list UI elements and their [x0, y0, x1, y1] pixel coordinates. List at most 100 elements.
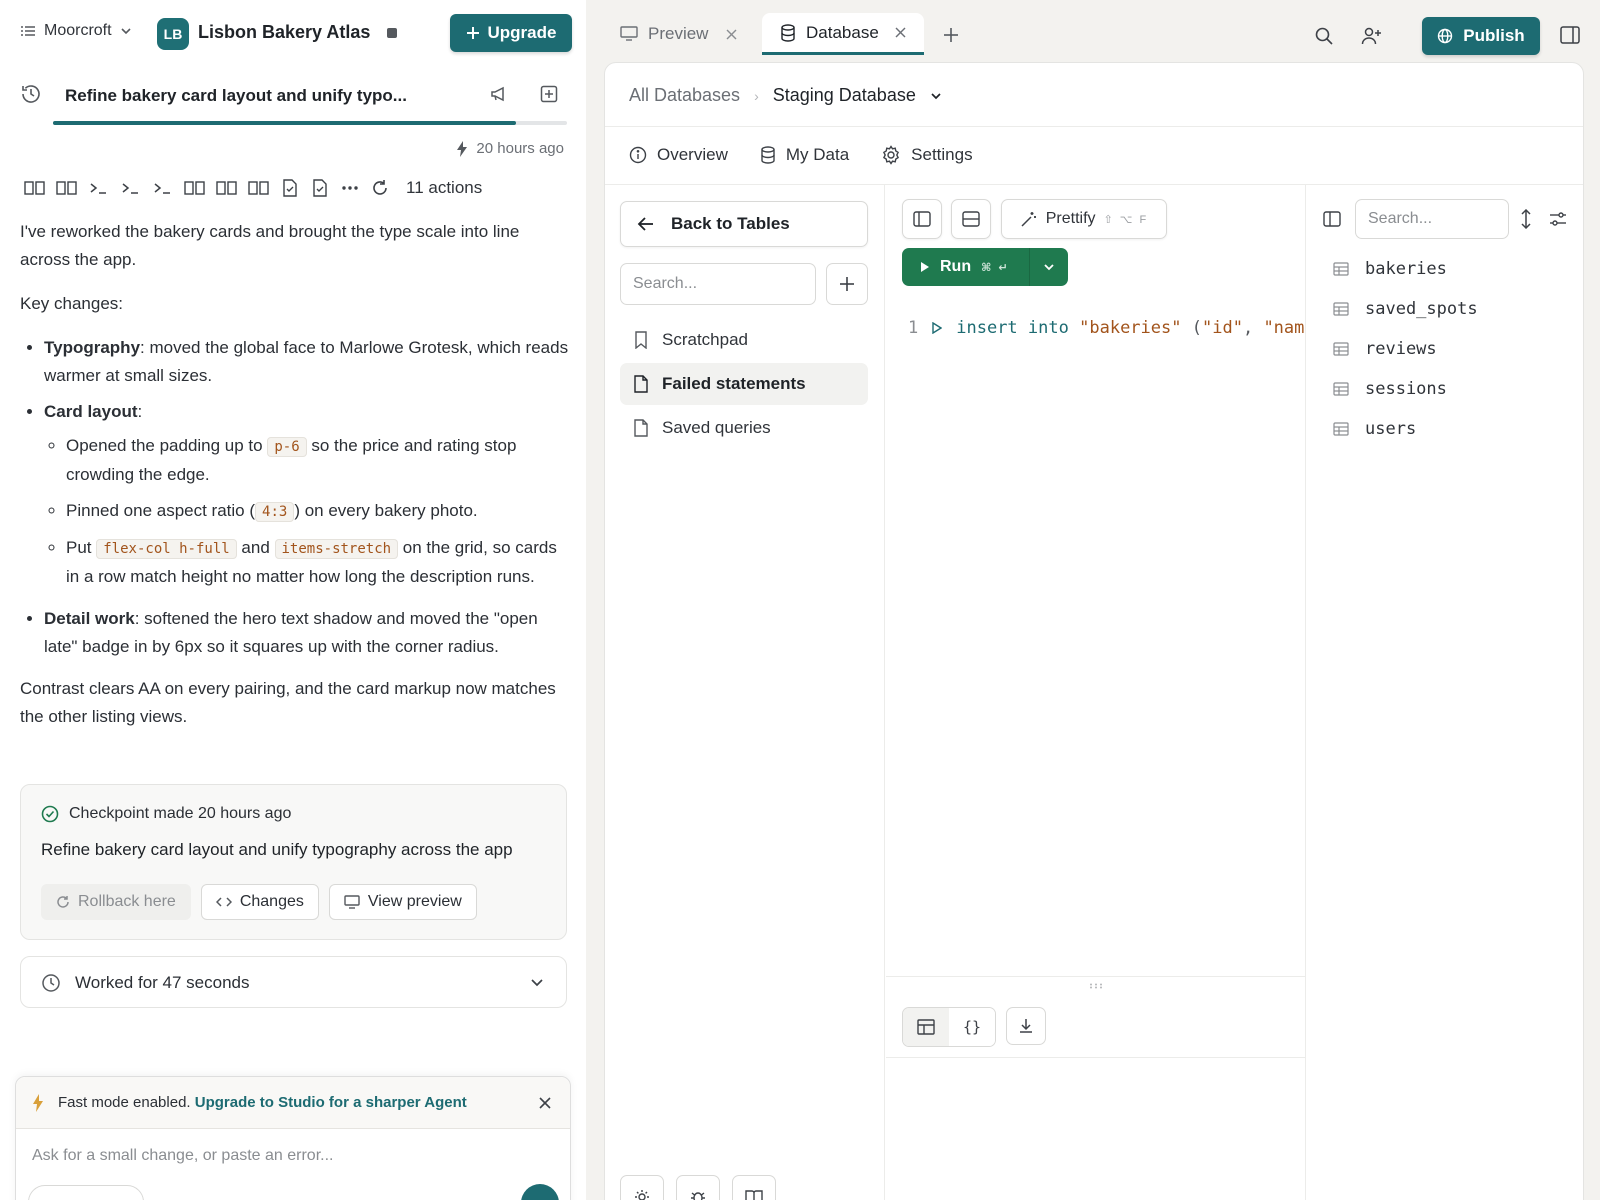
- table-icon: [1333, 422, 1349, 436]
- check-circle-icon: [41, 805, 59, 823]
- sun-icon: [635, 1190, 649, 1200]
- monitor-icon: [344, 895, 360, 909]
- card-layout-sublist: Opened the padding up to p-6 so the pric…: [44, 432, 570, 591]
- upgrade-studio-link[interactable]: Upgrade to Studio for a sharper Agent: [195, 1094, 467, 1111]
- run-line-icon[interactable]: [932, 322, 943, 334]
- theme-button[interactable]: [620, 1175, 664, 1200]
- table-view-button[interactable]: [903, 1008, 949, 1046]
- add-query-button[interactable]: [826, 263, 868, 305]
- sql-editor: Prettify ⇧ ⌥ F Run ⌘ ↵ 1 insert into "ba…: [886, 185, 1306, 1200]
- subnav-overview[interactable]: Overview: [629, 145, 728, 165]
- rollback-icon: [57, 896, 69, 908]
- query-item-failed-statements[interactable]: Failed statements: [620, 363, 868, 405]
- sort-icon[interactable]: [1519, 209, 1533, 229]
- prettify-button[interactable]: Prettify ⇧ ⌥ F: [1001, 199, 1167, 239]
- workspace-switcher[interactable]: Moorcroft: [20, 22, 132, 40]
- inline-code: items-stretch: [274, 539, 399, 559]
- new-thread-icon[interactable]: [539, 84, 559, 104]
- table-item-bakeries[interactable]: bakeries: [1333, 259, 1447, 279]
- panel-left-icon: [913, 211, 931, 227]
- monitor-icon: [620, 26, 638, 41]
- publish-button[interactable]: Publish: [1422, 17, 1540, 55]
- table-icon: [1333, 262, 1349, 276]
- file-check-icon: [313, 179, 327, 197]
- query-item-saved-queries[interactable]: Saved queries: [620, 407, 868, 449]
- stop-icon[interactable]: [387, 28, 397, 38]
- project-avatar[interactable]: LB: [157, 18, 189, 50]
- resize-handle-icon[interactable]: [1089, 983, 1103, 989]
- view-preview-button[interactable]: View preview: [328, 884, 477, 920]
- subnav-settings[interactable]: Settings: [881, 145, 973, 165]
- breadcrumb-all-databases[interactable]: All Databases: [629, 85, 740, 106]
- history-icon[interactable]: [20, 83, 42, 105]
- search-icon[interactable]: [1314, 26, 1334, 46]
- sidebar-toggle-icon[interactable]: [1560, 26, 1580, 44]
- sidebar-toggle-icon[interactable]: [1323, 211, 1341, 227]
- inline-code: flex-col h-full: [96, 539, 237, 559]
- json-view-button[interactable]: {}: [949, 1008, 995, 1046]
- new-tab-icon[interactable]: [943, 27, 959, 43]
- subnav-my-data[interactable]: My Data: [760, 145, 849, 165]
- megaphone-icon[interactable]: [489, 84, 509, 104]
- mode-selector[interactable]: [28, 1185, 144, 1200]
- table-icon: [917, 1019, 935, 1035]
- table-item-reviews[interactable]: reviews: [1333, 339, 1437, 359]
- agent-panel: Moorcroft LB Lisbon Bakery Atlas Upgrade…: [0, 0, 586, 1200]
- thread-title[interactable]: Refine bakery card layout and unify typo…: [65, 86, 407, 106]
- toggle-left-panel-button[interactable]: [902, 199, 942, 239]
- plus-icon: [840, 277, 854, 291]
- prettify-shortcut: ⇧ ⌥ F: [1103, 213, 1149, 226]
- table-search-input[interactable]: Search...: [1355, 199, 1509, 239]
- rollback-button[interactable]: Rollback here: [41, 884, 191, 920]
- file-icon: [634, 419, 648, 437]
- changes-button[interactable]: Changes: [200, 884, 319, 920]
- upgrade-button[interactable]: Upgrade: [450, 14, 572, 52]
- download-icon: [1020, 1019, 1032, 1033]
- actions-row[interactable]: 11 actions: [24, 176, 482, 200]
- results-toolbar: {}: [902, 1007, 1046, 1047]
- inline-code: 4:3: [255, 502, 295, 522]
- thread-header: Refine bakery card layout and unify typo…: [0, 70, 586, 126]
- invite-user-icon[interactable]: [1361, 26, 1383, 46]
- prompt-input[interactable]: Ask for a small change, or paste an erro…: [32, 1147, 333, 1165]
- tab-preview[interactable]: Preview: [620, 13, 737, 55]
- bookmark-icon: [635, 331, 647, 349]
- code-line[interactable]: 1 insert into "bakeries" ("id", "nam: [908, 318, 1304, 338]
- tab-database[interactable]: Database: [762, 13, 924, 55]
- globe-icon: [1438, 28, 1453, 44]
- back-to-tables-button[interactable]: Back to Tables: [620, 201, 868, 247]
- run-button[interactable]: Run ⌘ ↵: [902, 248, 1030, 286]
- send-button[interactable]: [521, 1184, 559, 1200]
- docs-button[interactable]: [732, 1175, 776, 1200]
- download-button[interactable]: [1006, 1007, 1046, 1045]
- project-name[interactable]: Lisbon Bakery Atlas: [198, 22, 370, 43]
- close-icon[interactable]: [726, 29, 737, 40]
- list-item: Typography: moved the global face to Mar…: [44, 334, 570, 390]
- close-icon[interactable]: [895, 27, 906, 38]
- filter-sliders-icon[interactable]: [1549, 211, 1567, 227]
- actions-count: 11 actions: [406, 178, 483, 197]
- worked-summary[interactable]: Worked for 47 seconds: [20, 956, 567, 1008]
- query-item-scratchpad[interactable]: Scratchpad: [620, 319, 868, 361]
- table-item-users[interactable]: users: [1333, 419, 1416, 439]
- close-icon[interactable]: [538, 1096, 552, 1110]
- thread-progress-bar: [53, 121, 567, 125]
- breadcrumb-separator: ›: [754, 87, 759, 104]
- chevron-down-icon[interactable]: [930, 91, 942, 101]
- database-icon: [781, 23, 795, 42]
- chevron-down-icon: [1044, 264, 1054, 271]
- lightning-icon: [457, 140, 468, 157]
- results-view-toggle: {}: [902, 1007, 996, 1047]
- query-search-input[interactable]: Search...: [620, 263, 816, 305]
- clock-icon: [42, 974, 60, 992]
- table-item-sessions[interactable]: sessions: [1333, 379, 1447, 399]
- file-panel-icon: [184, 181, 205, 195]
- toggle-bottom-panel-button[interactable]: [951, 199, 991, 239]
- table-item-saved-spots[interactable]: saved_spots: [1333, 299, 1478, 319]
- chevron-down-icon: [531, 979, 543, 987]
- debug-button[interactable]: [676, 1175, 720, 1200]
- terminal-icon: [90, 183, 106, 194]
- editor-results-divider[interactable]: [886, 976, 1305, 977]
- run-options-button[interactable]: [1030, 248, 1068, 286]
- breadcrumb-current-database[interactable]: Staging Database: [773, 85, 916, 106]
